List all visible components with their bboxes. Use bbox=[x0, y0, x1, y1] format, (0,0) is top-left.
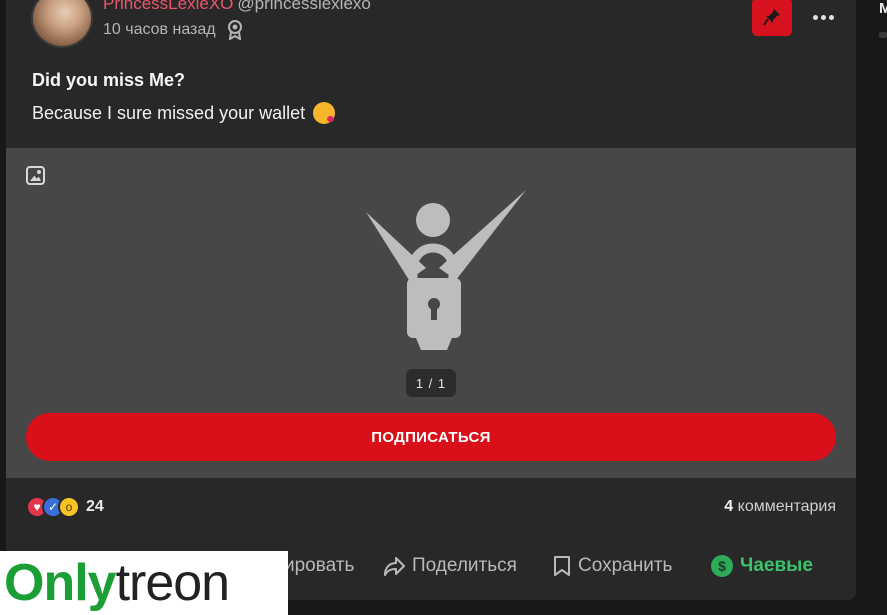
avatar[interactable] bbox=[31, 0, 93, 48]
reaction-count: 24 bbox=[86, 498, 104, 515]
comment-label: ировать bbox=[284, 555, 355, 576]
post-body: Because I sure missed your wallet bbox=[32, 102, 336, 124]
sidebar-letter: M bbox=[879, 0, 887, 17]
username-link[interactable]: PrincessLexieXO bbox=[103, 0, 233, 13]
reactions-summary[interactable]: ♥ ✓ o 24 bbox=[26, 496, 104, 518]
save-label: Сохранить bbox=[578, 555, 673, 576]
comments-label: комментария bbox=[737, 498, 836, 515]
dollar-icon: $ bbox=[711, 555, 733, 577]
tips-label: Чаевые bbox=[740, 555, 813, 576]
award-icon[interactable] bbox=[226, 20, 244, 41]
watermark-part1: Only bbox=[4, 554, 117, 612]
handle-link[interactable]: @princesslexiexo bbox=[237, 0, 370, 13]
subscribe-button[interactable]: ПОДПИСАТЬСЯ bbox=[26, 413, 836, 461]
more-icon[interactable] bbox=[806, 4, 840, 30]
watermark-part2: treon bbox=[115, 554, 231, 612]
post-body-text: Because I sure missed your wallet bbox=[32, 102, 306, 123]
share-label: Поделиться bbox=[412, 555, 517, 576]
post-meta: 10 часов назад bbox=[103, 20, 244, 41]
wow-reaction-icon: o bbox=[58, 496, 80, 518]
media-counter: 1 / 1 bbox=[406, 369, 456, 397]
share-button[interactable]: Поделиться bbox=[383, 555, 517, 577]
lock-icon bbox=[366, 190, 526, 350]
pin-icon bbox=[763, 9, 780, 26]
comments-link[interactable]: 4 комментария bbox=[724, 498, 836, 516]
watermark-logo: Only treon bbox=[0, 551, 288, 615]
pin-button[interactable] bbox=[752, 0, 792, 36]
share-icon bbox=[384, 557, 405, 576]
tips-button[interactable]: $ Чаевые bbox=[711, 555, 813, 577]
comments-count: 4 bbox=[724, 498, 734, 515]
image-icon bbox=[26, 166, 45, 185]
bookmark-icon bbox=[554, 556, 570, 576]
post-title: Did you miss Me? bbox=[32, 70, 186, 90]
save-button[interactable]: Сохранить bbox=[553, 555, 672, 577]
post-time: 10 часов назад bbox=[103, 21, 216, 38]
comment-button[interactable]: ировать bbox=[284, 555, 354, 577]
wink-kiss-emoji-icon bbox=[313, 102, 336, 124]
author-line: PrincessLexieXO @princesslexiexo bbox=[103, 0, 371, 14]
locked-media[interactable]: 1 / 1 ПОДПИСАТЬСЯ bbox=[6, 148, 856, 478]
sidebar-scrollbar[interactable] bbox=[879, 32, 887, 38]
